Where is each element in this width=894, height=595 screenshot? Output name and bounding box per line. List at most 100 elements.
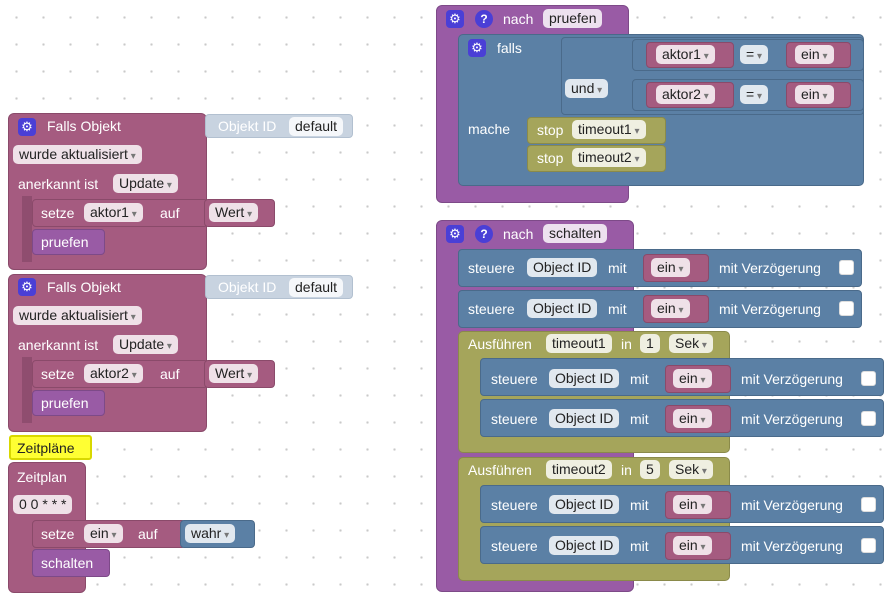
stop-label: stop [537, 122, 564, 138]
set-label: setze [41, 366, 75, 382]
do-label: mache [468, 121, 511, 137]
comment-text: Zeitpläne [17, 440, 75, 456]
cron-input[interactable]: 0 0 * * * [13, 495, 73, 514]
event-dropdown[interactable]: wurde aktualisiert [13, 145, 142, 164]
value-dropdown[interactable]: ein [795, 85, 834, 104]
delay-label: mit Verzögerung [719, 301, 821, 317]
control-label: steuere [491, 371, 538, 387]
logic-operator-dropdown[interactable]: und [565, 79, 609, 98]
object-id-input[interactable]: Object ID [527, 258, 598, 277]
with-label: mit [630, 538, 649, 554]
procedure-name-input[interactable]: schalten [543, 224, 608, 243]
call-label: schalten [41, 555, 94, 571]
value-dropdown[interactable]: Wert [209, 364, 259, 383]
value-dropdown[interactable]: Wert [209, 203, 259, 222]
boolean-dropdown[interactable]: wahr [185, 524, 236, 543]
object-id-label: Objekt ID [218, 118, 277, 134]
variable-dropdown[interactable]: aktor2 [84, 364, 143, 383]
on-label: auf [138, 526, 158, 542]
in-label: in [621, 336, 632, 352]
value-dropdown[interactable]: ein [795, 45, 834, 64]
variable-dropdown[interactable]: ein [84, 524, 123, 543]
exec-label: Ausführen [468, 336, 532, 352]
control-label: steuere [468, 301, 515, 317]
procedure-prefix: nach [503, 11, 534, 27]
timer-name-input[interactable]: timeout1 [546, 334, 612, 353]
control-label: steuere [491, 411, 538, 427]
operator-dropdown[interactable]: = [740, 45, 768, 64]
with-label: mit [608, 301, 627, 317]
delay-checkbox[interactable] [861, 497, 876, 512]
unit-dropdown[interactable]: Sek [669, 460, 713, 479]
stop-label: stop [537, 150, 564, 166]
timer-name-input[interactable]: timeout2 [546, 460, 612, 479]
object-id-input[interactable]: Object ID [549, 536, 620, 555]
schedule-label: Zeitplan [17, 469, 67, 485]
if-label: falls [497, 40, 522, 56]
value-dropdown[interactable]: ein [651, 258, 690, 277]
with-label: mit [608, 260, 627, 276]
exec-label: Ausführen [468, 462, 532, 478]
delay-label: mit Verzögerung [741, 411, 843, 427]
timer-dropdown[interactable]: timeout1 [572, 120, 646, 139]
help-icon[interactable]: ? [475, 225, 493, 243]
object-id-value[interactable]: default [289, 278, 344, 297]
trigger-title: Falls Objekt [47, 118, 121, 134]
timer-dropdown[interactable]: timeout2 [572, 148, 646, 167]
gear-icon[interactable]: ⚙ [446, 10, 464, 28]
object-id-input[interactable]: Object ID [549, 495, 620, 514]
object-id-input[interactable]: Object ID [549, 369, 620, 388]
delay-checkbox[interactable] [861, 538, 876, 553]
on-label: auf [160, 366, 180, 382]
object-id-value[interactable]: default [289, 117, 344, 136]
operator-dropdown[interactable]: = [740, 85, 768, 104]
gear-icon[interactable]: ⚙ [18, 118, 36, 136]
delay-input[interactable]: 1 [640, 334, 660, 353]
ack-label: anerkannt ist [18, 337, 99, 353]
variable-dropdown[interactable]: aktor1 [656, 45, 715, 64]
on-label: auf [160, 205, 180, 221]
control-label: steuere [491, 497, 538, 513]
variable-dropdown[interactable]: aktor2 [656, 85, 715, 104]
delay-checkbox[interactable] [861, 411, 876, 426]
variable-dropdown[interactable]: aktor1 [84, 203, 143, 222]
ack-dropdown[interactable]: Update [113, 174, 178, 193]
delay-checkbox[interactable] [839, 301, 854, 316]
procedure-name-input[interactable]: pruefen [543, 9, 603, 28]
call-label: pruefen [41, 395, 89, 411]
delay-label: mit Verzögerung [741, 371, 843, 387]
event-dropdown[interactable]: wurde aktualisiert [13, 306, 142, 325]
statement-slot [22, 196, 32, 262]
control-label: steuere [491, 538, 538, 554]
control-label: steuere [468, 260, 515, 276]
delay-input[interactable]: 5 [640, 460, 660, 479]
unit-dropdown[interactable]: Sek [669, 334, 713, 353]
set-label: setze [41, 526, 75, 542]
delay-checkbox[interactable] [839, 260, 854, 275]
with-label: mit [630, 371, 649, 387]
value-dropdown[interactable]: ein [673, 495, 712, 514]
object-id-input[interactable]: Object ID [527, 299, 598, 318]
delay-label: mit Verzögerung [719, 260, 821, 276]
delay-checkbox[interactable] [861, 371, 876, 386]
gear-icon[interactable]: ⚙ [468, 39, 486, 57]
gear-icon[interactable]: ⚙ [446, 225, 464, 243]
statement-slot [22, 357, 32, 423]
ack-label: anerkannt ist [18, 176, 99, 192]
call-label: pruefen [41, 234, 89, 250]
with-label: mit [630, 411, 649, 427]
value-dropdown[interactable]: ein [651, 299, 690, 318]
trigger-title: Falls Objekt [47, 279, 121, 295]
value-dropdown[interactable]: ein [673, 369, 712, 388]
procedure-prefix: nach [503, 226, 534, 242]
object-id-label: Objekt ID [218, 279, 277, 295]
in-label: in [621, 462, 632, 478]
set-label: setze [41, 205, 75, 221]
gear-icon[interactable]: ⚙ [18, 278, 36, 296]
with-label: mit [630, 497, 649, 513]
value-dropdown[interactable]: ein [673, 536, 712, 555]
ack-dropdown[interactable]: Update [113, 335, 178, 354]
value-dropdown[interactable]: ein [673, 409, 712, 428]
object-id-input[interactable]: Object ID [549, 409, 620, 428]
help-icon[interactable]: ? [475, 10, 493, 28]
